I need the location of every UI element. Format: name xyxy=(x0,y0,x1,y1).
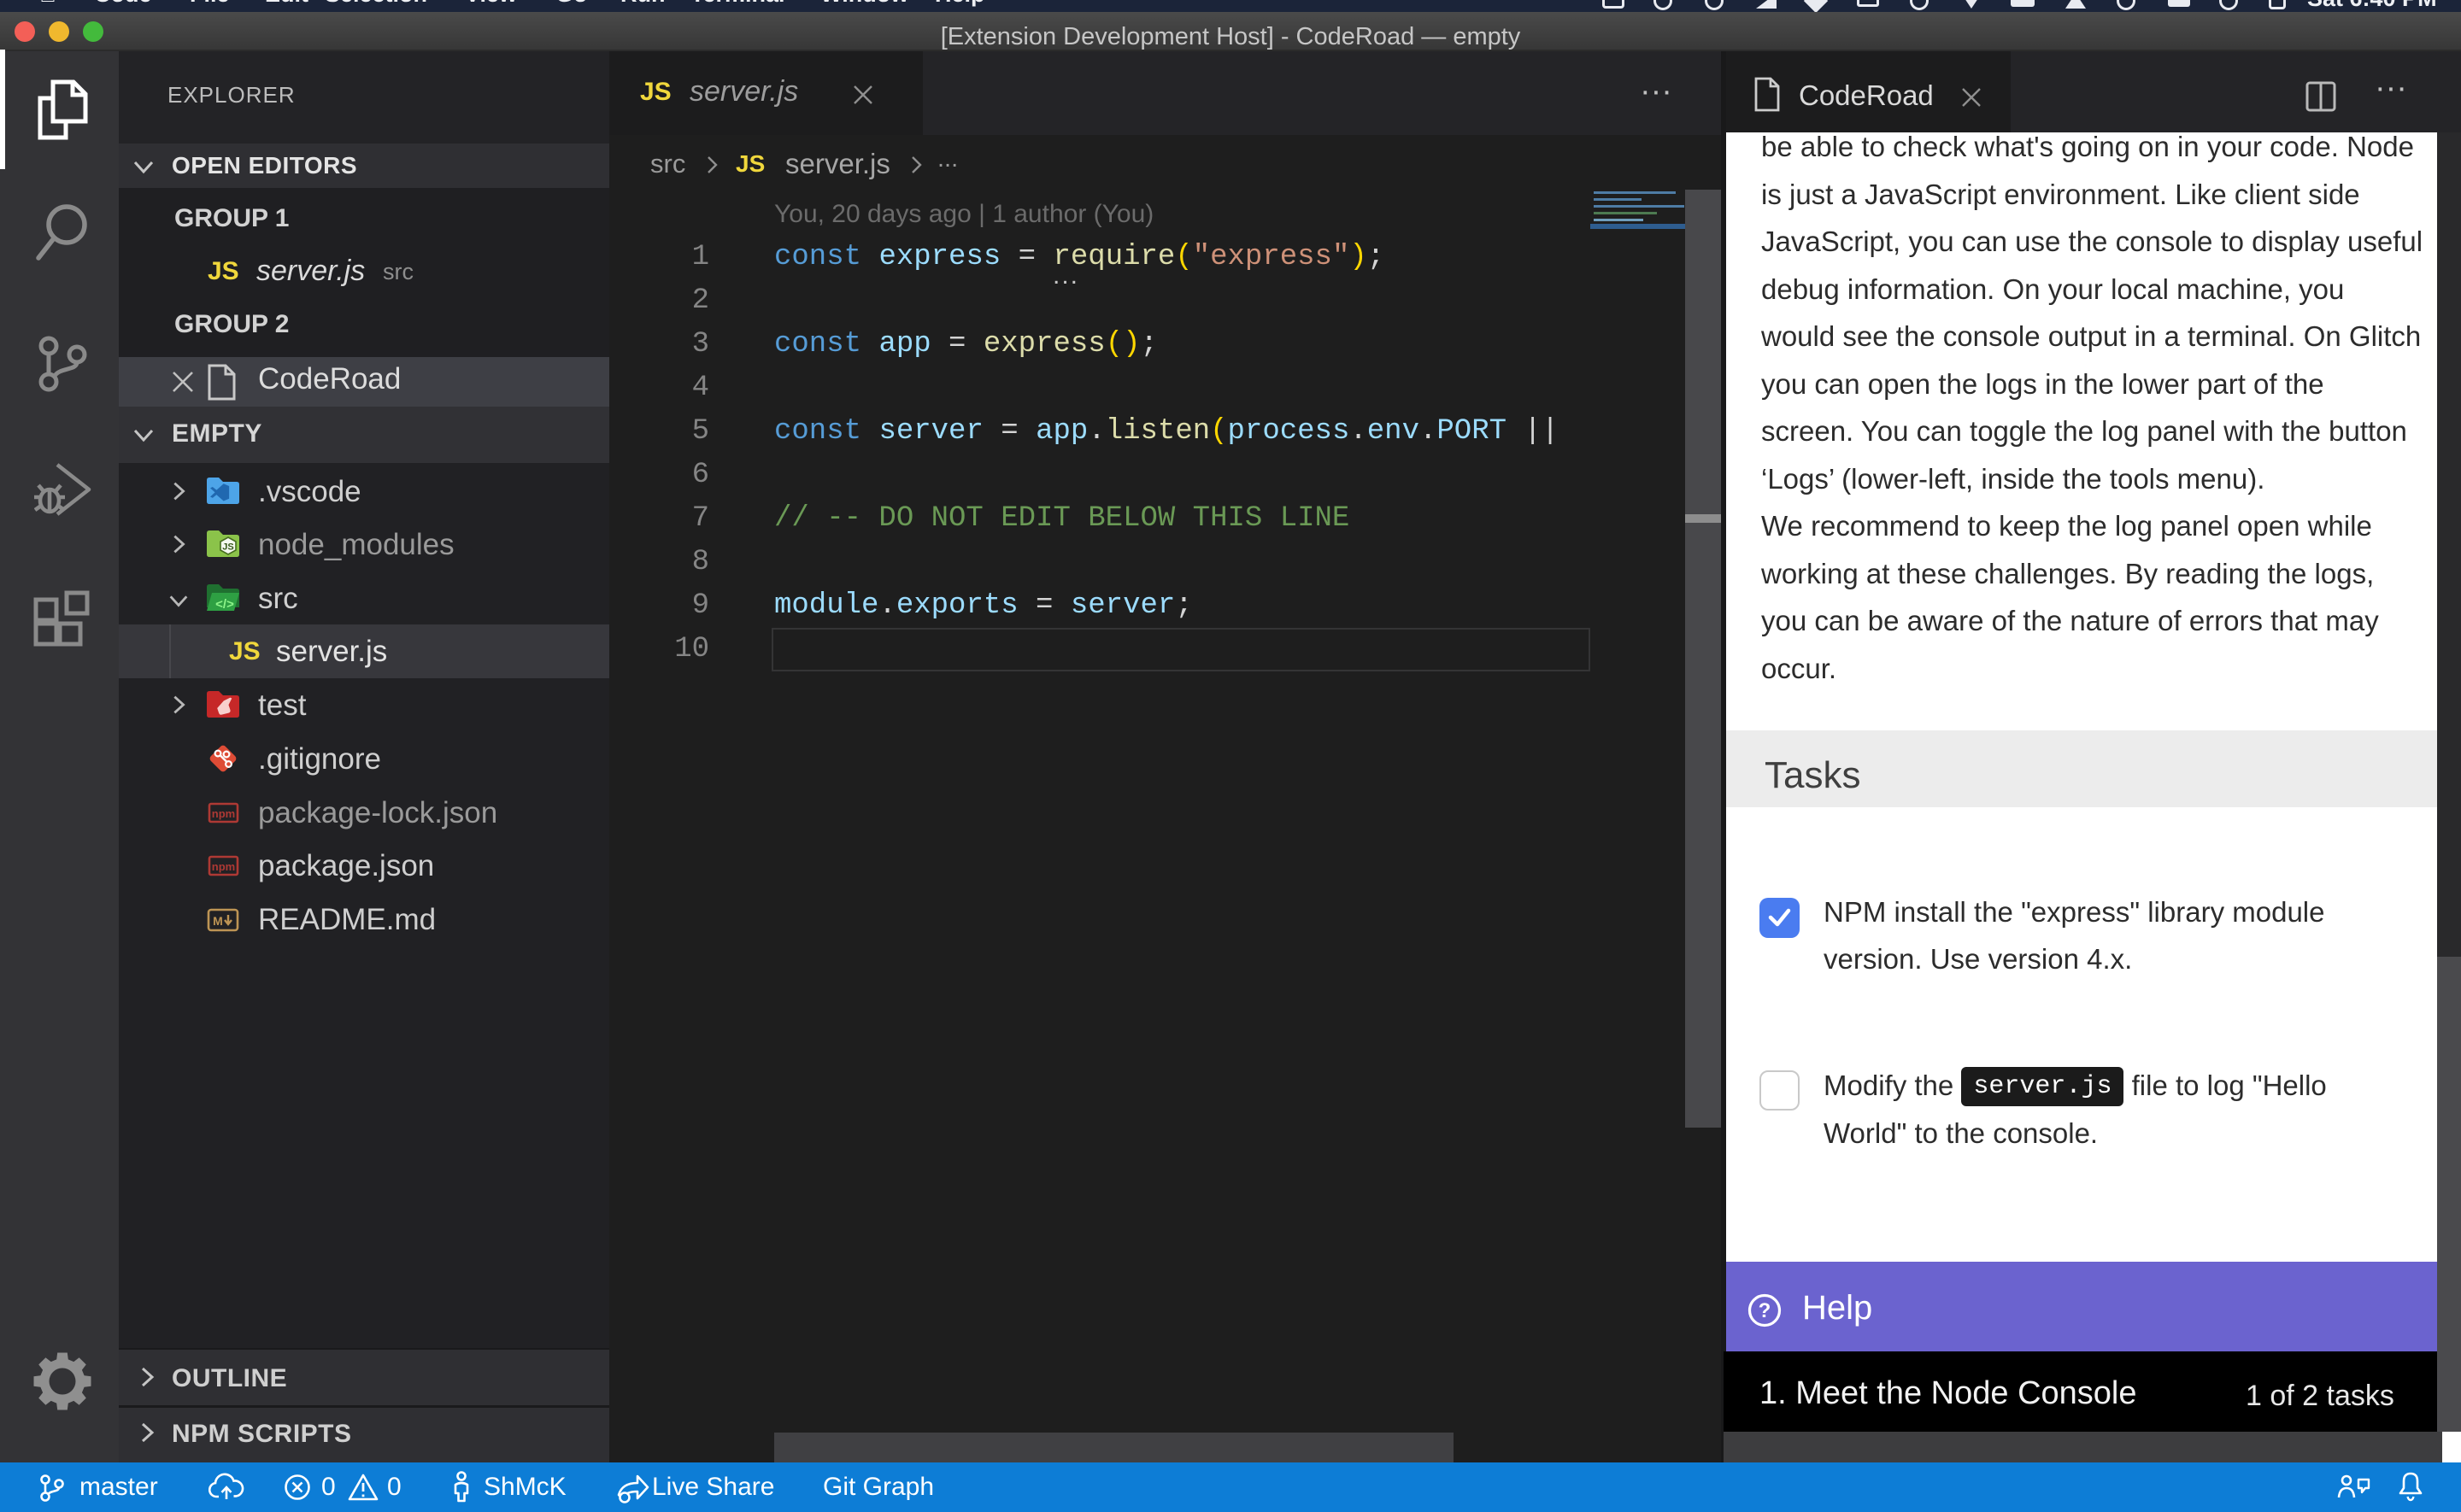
svg-text:JS: JS xyxy=(222,542,233,553)
svg-text:npm: npm xyxy=(212,860,235,873)
svg-text:</>: </> xyxy=(215,597,234,612)
svg-text:M: M xyxy=(213,914,223,928)
svg-text:?: ? xyxy=(1759,1299,1771,1322)
svg-text:npm: npm xyxy=(212,807,235,820)
